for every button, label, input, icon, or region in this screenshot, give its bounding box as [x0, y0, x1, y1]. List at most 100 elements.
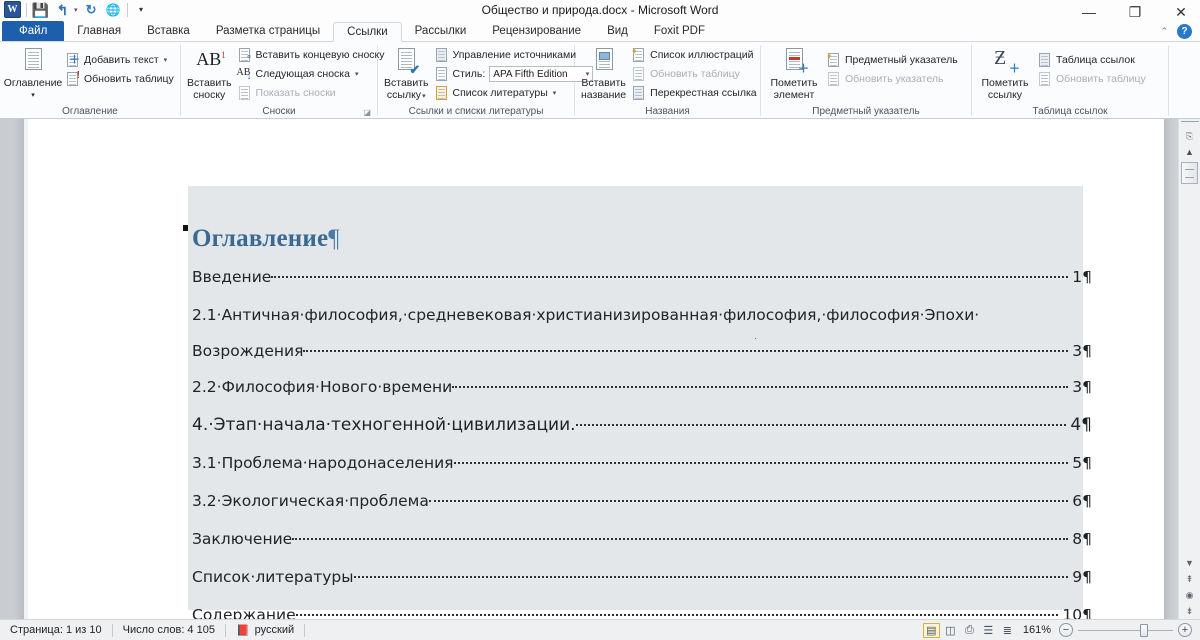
split-window-handle[interactable] — [1180, 121, 1199, 128]
insert-caption-button[interactable]: Вставить название — [581, 45, 626, 104]
toc-entry-row[interactable]: 4.·Этап·начала·техногенной·цивилизации. … — [192, 406, 1092, 444]
footnotes-group-name: Сноски — [262, 105, 296, 117]
outline-view-button[interactable]: ☰ — [980, 623, 997, 638]
vertical-scrollbar[interactable]: ⎘ ▲ ▼ ⇞ ◉ ⇟ — [1178, 119, 1200, 619]
insert-footnote-label-1: Вставить — [187, 77, 232, 89]
insert-footnote-button[interactable]: AB1 Вставить сноску — [187, 45, 232, 104]
toc-entry-row[interactable]: Введение → 1 ¶ — [192, 258, 1092, 296]
full-screen-reading-view-button[interactable]: ◫ — [942, 623, 959, 638]
show-notes-label: Показать сноски — [255, 87, 336, 99]
tab-insert[interactable]: Вставка — [134, 21, 203, 41]
toc-entry-label: 2.2·Философия·Нового·времени — [192, 378, 453, 396]
table-of-contents-icon — [18, 47, 48, 77]
toc-entry-label: 3.1·Проблема·народонаселения — [192, 454, 454, 472]
paragraph-mark-icon: ¶ — [1082, 454, 1092, 472]
toc-leader-dots: → — [452, 374, 1069, 392]
ribbon-group-label-citations: Ссылки и списки литературы — [408, 105, 544, 117]
manage-sources-icon — [434, 47, 449, 63]
next-footnote-button[interactable]: AB ↓ Следующая сноска ▾ — [234, 65, 388, 83]
group-divider-6 — [1168, 45, 1169, 116]
toc-entry-row[interactable]: Заключение → 8 ¶ — [192, 520, 1092, 558]
toc-entry-row[interactable]: 3.2·Экологическая·проблема 6 ¶ — [192, 482, 1092, 520]
restore-button[interactable]: ❐ — [1122, 4, 1148, 21]
next-page-icon[interactable]: ⇟ — [1181, 603, 1199, 619]
update-table-authorities-icon — [1037, 71, 1052, 87]
toc-entry-row[interactable]: 2.2·Философия·Нового·времени → 3 ¶ — [192, 368, 1092, 406]
tab-foxit-pdf[interactable]: Foxit PDF — [641, 21, 718, 41]
add-text-button[interactable]: ＋ Добавить текст ▾ — [62, 51, 177, 69]
zoom-slider-thumb[interactable] — [1140, 623, 1148, 637]
ribbon-group-label-captions: Названия — [645, 105, 690, 117]
mark-citation-button[interactable]: Ƶ ＋ Пометить ссылку — [978, 45, 1032, 104]
tab-mark-icon: → — [747, 338, 760, 354]
heading-anchor-mark-icon — [183, 225, 188, 231]
bibliography-button[interactable]: Список литературы ▾ — [431, 84, 597, 102]
draft-view-button[interactable]: ≣ — [999, 623, 1016, 638]
ribbon-group-toc: Оглавление ▾ ＋ Добавить текст ▾ ! Обнови… — [0, 42, 180, 119]
paragraph-mark-icon: ¶ — [1082, 378, 1092, 396]
ribbon-group-captions: Вставить название ✦ Список иллюстраций О… — [575, 42, 760, 119]
manage-sources-button[interactable]: Управление источниками — [431, 46, 597, 64]
web-layout-view-button[interactable]: ⎙ — [961, 623, 978, 638]
mark-entry-button[interactable]: ＋ Пометить элемент — [767, 45, 821, 104]
tab-file[interactable]: Файл — [2, 21, 65, 41]
word-count[interactable]: Число слов: 4 105 — [113, 620, 225, 640]
tab-mailings[interactable]: Рассылки — [402, 21, 480, 41]
print-layout-view-button[interactable]: ▤ — [922, 622, 940, 638]
paragraph-mark-icon: ¶ — [1081, 415, 1092, 435]
insert-table-of-figures-button[interactable]: ✦ Список иллюстраций — [628, 46, 759, 64]
mark-citation-label-1: Пометить — [981, 77, 1029, 89]
word-window: W 💾 ↰ ▾ ↻ 🌐 ▾ Общество и природа.docx - … — [0, 0, 1200, 640]
paragraph-mark-icon: ¶ — [1082, 268, 1092, 286]
select-browse-object-top-icon[interactable]: ⎘ — [1181, 128, 1199, 144]
toc-heading-text: Оглавление — [192, 225, 329, 252]
table-of-contents-button[interactable]: Оглавление ▾ — [4, 45, 62, 104]
insert-table-of-authorities-button[interactable]: Таблица ссылок — [1034, 51, 1149, 69]
insert-citation-button[interactable]: ✔ Вставить ссылку▾ — [384, 45, 429, 104]
insert-footnote-label-2: сноску — [193, 89, 226, 101]
toc-entry-label: Заключение — [192, 530, 293, 548]
tab-home[interactable]: Главная — [64, 21, 134, 41]
proofing-status[interactable]: 📕 русский — [226, 620, 304, 640]
cross-reference-button[interactable]: Перекрестная ссылка — [628, 84, 759, 102]
insert-endnote-button[interactable]: ᵅ Вставить концевую сноску — [234, 46, 388, 64]
tab-mark-icon: → — [727, 526, 740, 542]
zoom-in-button[interactable]: + — [1178, 623, 1192, 637]
insert-citation-label-1: Вставить — [384, 77, 429, 89]
zoom-level[interactable]: 161% — [1017, 624, 1059, 636]
scroll-down-arrow-icon[interactable]: ▼ — [1181, 555, 1199, 571]
toc-entry-label: Список·литературы — [192, 568, 354, 586]
footnotes-dialog-launcher-icon[interactable]: ◪ — [363, 108, 371, 117]
tab-review[interactable]: Рецензирование — [479, 21, 594, 41]
ribbon-group-authorities: Ƶ ＋ Пометить ссылку Таблица ссылок Обнови… — [972, 42, 1168, 119]
toc-entry-row-continuation[interactable]: Возрождения → 3 ¶ — [192, 334, 1092, 368]
tab-references[interactable]: Ссылки — [333, 22, 402, 42]
toc-entry-row[interactable]: 3.1·Проблема·народонаселения → 5 ¶ — [192, 444, 1092, 482]
help-icon[interactable]: ? — [1177, 24, 1192, 39]
cross-reference-label: Перекрестная ссылка — [650, 87, 757, 99]
tab-page-layout[interactable]: Разметка страницы — [203, 21, 333, 41]
show-notes-button: Показать сноски — [234, 84, 388, 102]
zoom-slider[interactable] — [1078, 620, 1173, 640]
toc-entry-row[interactable]: 2.1·Античная·философия,·средневековая·хр… — [192, 296, 1092, 334]
select-browse-object-icon[interactable]: ◉ — [1181, 587, 1199, 603]
toc-leader-dots: → — [575, 412, 1067, 430]
table-of-figures-icon: ✦ — [631, 47, 646, 63]
minimize-button[interactable]: — — [1076, 4, 1102, 20]
toc-entry-page: 3 — [1072, 378, 1083, 396]
zoom-out-button[interactable]: − — [1059, 623, 1073, 637]
scrollbar-thumb[interactable] — [1181, 162, 1198, 184]
document-page[interactable]: Оглавление ¶ Введение → 1 ¶ 2.1·Античная·… — [28, 119, 1164, 624]
previous-page-icon[interactable]: ⇞ — [1181, 571, 1199, 587]
toc-leader-dots: → — [453, 450, 1069, 468]
close-button[interactable]: ✕ — [1168, 4, 1194, 21]
page-indicator[interactable]: Страница: 1 из 10 — [0, 620, 112, 640]
scroll-up-arrow-icon[interactable]: ▲ — [1181, 144, 1199, 160]
toc-entry-label: 2.1·Античная·философия,·средневековая·хр… — [192, 306, 980, 324]
insert-index-button[interactable]: ✦ Предметный указатель — [823, 51, 961, 69]
toc-entry-row[interactable]: Список·литературы → 9 ¶ — [192, 558, 1092, 596]
collapse-ribbon-icon[interactable]: ⌃ — [1160, 26, 1168, 37]
toc-entry-page: 9 — [1072, 568, 1083, 586]
update-table-toc-button[interactable]: ! Обновить таблицу — [62, 70, 177, 88]
tab-view[interactable]: Вид — [594, 21, 641, 41]
